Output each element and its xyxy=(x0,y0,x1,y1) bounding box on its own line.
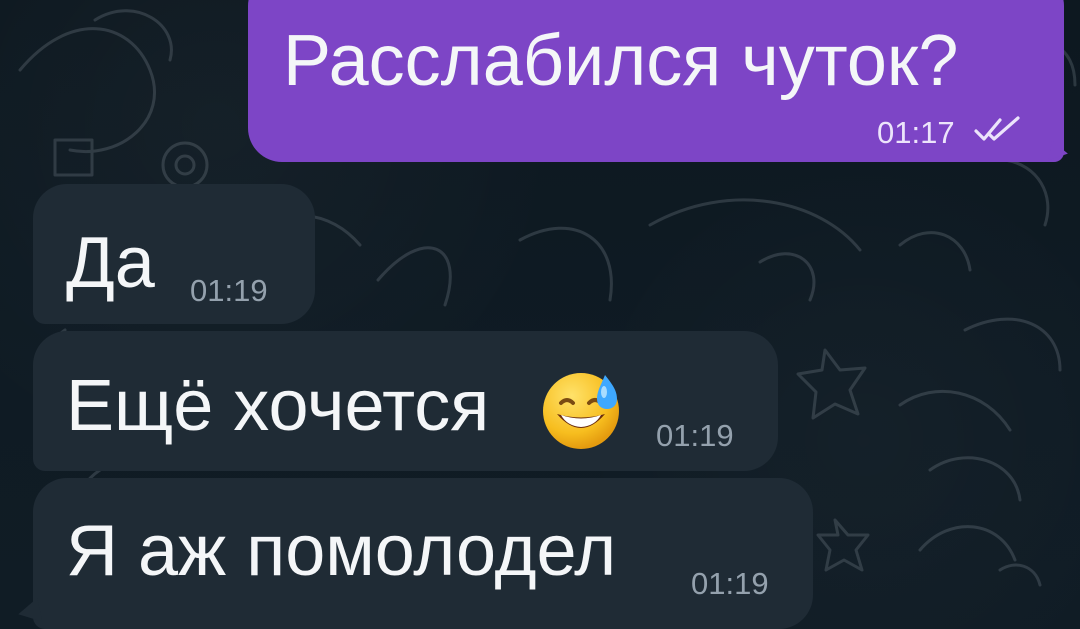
outgoing-message-text: Расслабился чуток? xyxy=(283,21,959,101)
outgoing-message-time: 01:17 xyxy=(877,115,955,150)
incoming-message-time-3: 01:19 xyxy=(691,566,769,601)
outgoing-message-tail xyxy=(1048,140,1070,164)
incoming-message-text-3: Я аж помолодел xyxy=(66,511,617,591)
incoming-message-text-1: Да xyxy=(66,223,155,303)
grinning-face-with-sweat-icon xyxy=(543,373,619,449)
incoming-message-time-1: 01:19 xyxy=(190,273,268,308)
double-check-icon xyxy=(974,116,1020,141)
incoming-message-tail xyxy=(15,597,43,627)
incoming-message-text-2: Ещё хочется xyxy=(66,366,490,446)
incoming-message-time-2: 01:19 xyxy=(656,418,734,453)
chat-background: Расслабился чуток? 01:17 Да 01:19 Ещё хо… xyxy=(0,0,1080,629)
